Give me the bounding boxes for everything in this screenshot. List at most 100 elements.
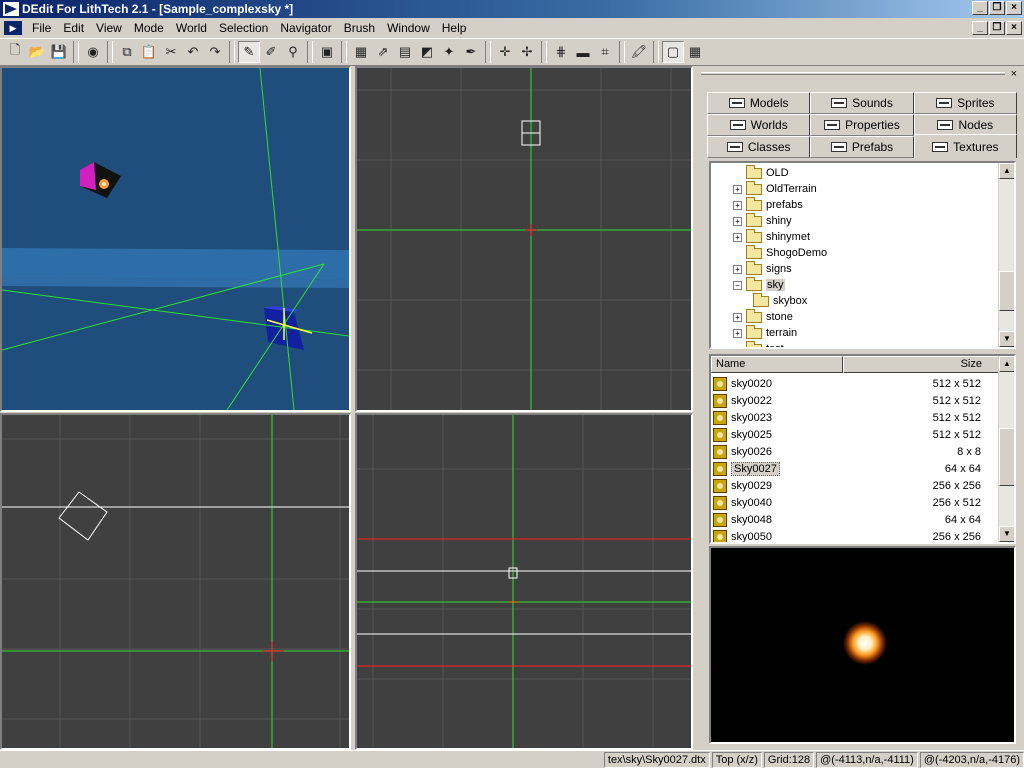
single-view-icon[interactable]: ▢	[662, 41, 684, 63]
monitor-icon[interactable]: ▬	[572, 41, 594, 63]
grid-icon[interactable]: ⋕	[550, 41, 572, 63]
undo-icon[interactable]: ↶	[182, 41, 204, 63]
texture-row[interactable]: sky0023 512 x 512	[711, 409, 999, 426]
tab-models[interactable]: Models	[707, 92, 811, 114]
cut-icon[interactable]: ✂	[160, 41, 182, 63]
tree-item[interactable]: OLD	[733, 164, 789, 181]
brush-mode-icon[interactable]: ✎	[238, 41, 260, 63]
tree-item[interactable]: test	[733, 340, 784, 347]
tab-prefabs[interactable]: Prefabs	[810, 136, 914, 158]
tab-worlds[interactable]: Worlds	[707, 114, 811, 136]
redo-icon[interactable]: ↷	[204, 41, 226, 63]
texture-file-list[interactable]: Name Size sky0020 512 x 512 sky0022 512 x 5…	[709, 354, 1016, 544]
tree-item[interactable]: + shinymet	[733, 228, 810, 245]
menu-mode[interactable]: Mode	[128, 21, 170, 35]
scroll-down-button[interactable]: ▼	[999, 526, 1014, 542]
texture-row[interactable]: sky0025 512 x 512	[711, 426, 999, 443]
menu-file[interactable]: File	[26, 21, 57, 35]
texture-folder-tree[interactable]: OLD + OldTerrain + prefabs + shiny + shinymet Sho…	[709, 161, 1016, 349]
geometry-mode-icon[interactable]: ✐	[260, 41, 282, 63]
menu-window[interactable]: Window	[381, 21, 436, 35]
save-icon[interactable]: 💾	[48, 41, 70, 63]
texture-row[interactable]: Sky0027 64 x 64	[711, 460, 999, 477]
list-scrollbar[interactable]: ▲ ▼	[998, 356, 1014, 542]
expand-icon[interactable]: +	[733, 184, 742, 194]
new-icon[interactable]: 🗋	[4, 41, 26, 63]
tab-sprites[interactable]: Sprites	[913, 92, 1017, 114]
column-name-header[interactable]: Name	[711, 356, 843, 373]
crosshair-icon[interactable]: ✛	[494, 41, 516, 63]
expand-icon[interactable]: +	[733, 232, 742, 242]
quad-view-icon[interactable]: ▦	[684, 41, 706, 63]
menu-help[interactable]: Help	[436, 21, 473, 35]
light-icon[interactable]: ✦	[438, 41, 460, 63]
tree-item[interactable]: + prefabs	[733, 196, 803, 213]
pin-icon[interactable]: 🖍	[628, 41, 650, 63]
texture-row[interactable]: sky0022 512 x 512	[711, 392, 999, 409]
texture-row[interactable]: sky0029 256 x 256	[711, 477, 999, 494]
minimize-button[interactable]: _	[972, 1, 988, 15]
scroll-thumb[interactable]	[999, 428, 1014, 486]
paste-icon[interactable]: 📋	[138, 41, 160, 63]
expand-icon[interactable]: +	[733, 200, 742, 210]
texture-icon[interactable]: ▤	[394, 41, 416, 63]
expand-icon[interactable]: +	[733, 216, 742, 226]
tab-textures[interactable]: Textures	[913, 134, 1017, 158]
scroll-down-button[interactable]: ▼	[999, 331, 1014, 347]
tree-item[interactable]: + OldTerrain	[733, 180, 817, 197]
doc-restore-button[interactable]: ❐	[989, 21, 1005, 35]
menu-edit[interactable]: Edit	[57, 21, 90, 35]
tree-item[interactable]: + stone	[733, 308, 793, 325]
tree-item[interactable]: + shiny	[733, 212, 792, 229]
expand-icon[interactable]: +	[733, 328, 742, 338]
document-icon[interactable]: ▶	[4, 21, 22, 35]
texture-row[interactable]: sky0040 256 x 512	[711, 494, 999, 511]
menu-brush[interactable]: Brush	[338, 21, 381, 35]
close-button[interactable]: ×	[1006, 1, 1022, 15]
tree-item[interactable]: + signs	[733, 260, 792, 277]
marker-icon[interactable]: ⌗	[594, 41, 616, 63]
menu-view[interactable]: View	[90, 21, 128, 35]
perspective-viewport[interactable]	[0, 66, 351, 412]
scroll-up-button[interactable]: ▲	[999, 163, 1014, 179]
texture-row[interactable]: sky0050 256 x 256	[711, 528, 999, 542]
panel-close-icon[interactable]: ×	[1011, 68, 1017, 80]
tree-item[interactable]: + terrain	[733, 324, 797, 341]
open-icon[interactable]: 📂	[26, 41, 48, 63]
shade-icon[interactable]: ◩	[416, 41, 438, 63]
tree-scrollbar[interactable]: ▲ ▼	[998, 163, 1014, 347]
tab-classes[interactable]: Classes	[707, 136, 811, 158]
panel-grip[interactable]	[701, 72, 1005, 75]
doc-close-button[interactable]: ×	[1006, 21, 1022, 35]
scroll-up-button[interactable]: ▲	[999, 356, 1014, 372]
box-icon[interactable]: ▣	[316, 41, 338, 63]
doc-minimize-button[interactable]: _	[972, 21, 988, 35]
top-viewport[interactable]	[355, 66, 693, 412]
scroll-thumb[interactable]	[999, 271, 1014, 311]
arrow-icon[interactable]: ⇗	[372, 41, 394, 63]
tab-sounds[interactable]: Sounds	[810, 92, 914, 114]
object-mode-icon[interactable]: ⚲	[282, 41, 304, 63]
menu-selection[interactable]: Selection	[213, 21, 274, 35]
texture-row[interactable]: sky0026 8 x 8	[711, 443, 999, 460]
front-viewport[interactable]	[0, 413, 351, 750]
menu-navigator[interactable]: Navigator	[274, 21, 337, 35]
collapse-icon[interactable]: −	[733, 280, 742, 290]
texture-row[interactable]: sky0020 512 x 512	[711, 375, 999, 392]
side-viewport[interactable]	[355, 413, 693, 750]
tab-nodes[interactable]: Nodes	[913, 114, 1017, 136]
expand-icon[interactable]: +	[733, 312, 742, 322]
tree-item[interactable]: − sky	[733, 276, 785, 293]
texture-row[interactable]: sky0048 64 x 64	[711, 511, 999, 528]
paint-icon[interactable]: ✒	[460, 41, 482, 63]
restore-button[interactable]: ❐	[989, 1, 1005, 15]
select-icon[interactable]: ▦	[350, 41, 372, 63]
column-size-header[interactable]: Size	[843, 356, 999, 373]
expand-icon[interactable]: +	[733, 264, 742, 274]
copy-icon[interactable]: ⧉	[116, 41, 138, 63]
globe-icon[interactable]: ◉	[82, 41, 104, 63]
tree-item[interactable]: ShogoDemo	[733, 244, 827, 261]
menu-world[interactable]: World	[170, 21, 213, 35]
tab-properties[interactable]: Properties	[810, 114, 914, 136]
tree-item[interactable]: skybox	[753, 292, 807, 309]
